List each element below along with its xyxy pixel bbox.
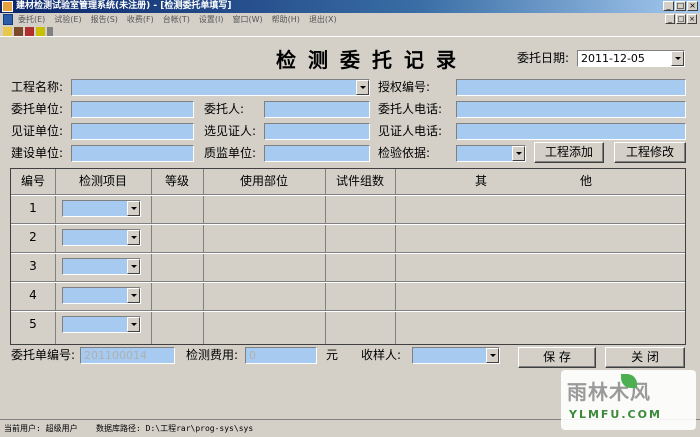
auth-no-label: 授权编号: [378,80,431,94]
exit-icon[interactable] [47,27,53,36]
witness-phone-field[interactable] [456,123,686,140]
test-item-combo[interactable] [62,287,141,304]
menu-item-test[interactable]: 试验(E) [54,13,81,26]
col-header-grade: 等级 [164,174,189,188]
chevron-down-icon[interactable] [512,146,525,161]
menu-item-fee[interactable]: 收费(F) [127,13,154,26]
chevron-down-icon[interactable] [127,230,140,245]
report-icon[interactable] [36,27,45,36]
tool-icon[interactable] [14,27,23,36]
row-number: 1 [29,201,37,215]
watermark-url: YLMFU.COM [569,408,662,421]
order-no-label: 委托单编号: [11,348,76,362]
client-person-field[interactable] [264,101,370,118]
child-close-button[interactable]: × [687,14,697,24]
toolbar [0,26,700,37]
witness-unit-field[interactable] [71,123,194,140]
col-header-item: 检测项目 [78,174,127,188]
quality-unit-field[interactable] [264,145,370,162]
basis-combo[interactable] [456,145,526,162]
col-header-position: 使用部位 [239,174,288,188]
date-value: 2011-12-05 [581,52,645,65]
menu-item-exit[interactable]: 退出(X) [309,13,337,26]
receiver-label: 收样人: [361,348,402,362]
fee-field[interactable]: 0 [245,347,317,364]
app-icon [2,1,13,12]
test-item-combo[interactable] [62,316,141,333]
client-person-label: 委托人: [204,102,245,116]
menu-item-entrust[interactable]: 委托(E) [18,13,45,26]
test-item-combo[interactable] [62,229,141,246]
date-picker[interactable]: 2011-12-05 [577,50,685,67]
close-window-button[interactable]: × [687,1,698,11]
menu-item-window[interactable]: 窗口(W) [233,13,263,26]
form-area: 检测委托记录 委托日期: 2011-12-05 工程名称: 授权编号: 委托单位… [0,38,700,419]
row-number: 3 [29,259,37,273]
client-unit-field[interactable] [71,101,194,118]
status-user: 当前用户: 超级用户 [4,424,78,433]
client-phone-field[interactable] [456,101,686,118]
minimize-button[interactable]: _ [663,1,674,11]
chevron-down-icon[interactable] [671,51,684,66]
menu-item-settings[interactable]: 设置(I) [199,13,224,26]
menu-bar: 委托(E) 试验(E) 报告(S) 收费(F) 台帐(T) 设置(I) 窗口(W… [0,13,700,26]
row-number: 2 [29,230,37,244]
row-number: 5 [29,317,37,331]
build-unit-field[interactable] [71,145,194,162]
chevron-down-icon[interactable] [356,80,369,95]
close-button[interactable]: 关 闭 [605,347,685,368]
window-title: 建材检测试验室管理系统(未注册) - [检测委托单填写] [16,1,232,11]
witness-unit-label: 见证单位: [11,124,64,138]
watermark-logo: 雨林木风 YLMFU.COM [561,370,696,430]
chevron-down-icon[interactable] [127,259,140,274]
chevron-down-icon[interactable] [486,348,499,363]
row-number: 4 [29,288,37,302]
col-header-sets: 试件组数 [335,174,384,188]
menu-item-report[interactable]: 报告(S) [91,13,118,26]
edit-project-button[interactable]: 工程修改 [614,142,686,163]
watermark-name: 雨林木风 [567,380,651,404]
folder-icon[interactable] [3,27,12,36]
client-unit-label: 委托单位: [11,102,64,116]
child-minimize-button[interactable]: _ [665,14,675,24]
title-bar: 建材检测试验室管理系统(未注册) - [检测委托单填写] _ □ × [0,0,700,13]
document-icon [3,14,13,25]
test-item-combo[interactable] [62,200,141,217]
chevron-down-icon[interactable] [127,201,140,216]
status-db-path: 数据库路径: D:\工程rar\prog-sys\sys [96,424,254,433]
col-header-other-1: 其 [474,174,487,188]
fee-label: 检测费用: [186,348,239,362]
add-project-button[interactable]: 工程添加 [534,142,604,163]
date-label: 委托日期: [517,51,570,65]
auth-no-field[interactable] [456,79,686,96]
witness-person-label: 选见证人: [204,124,257,138]
menu-item-ledger[interactable]: 台帐(T) [163,13,190,26]
chevron-down-icon[interactable] [127,288,140,303]
items-grid: 编号 检测项目 等级 使用部位 试件组数 其 他 1 2 3 4 5 [10,168,686,345]
money-icon[interactable] [25,27,34,36]
child-restore-button[interactable]: □ [676,14,686,24]
col-header-other-2: 他 [579,174,592,188]
witness-person-field[interactable] [264,123,370,140]
chevron-down-icon[interactable] [127,317,140,332]
menu-item-help[interactable]: 帮助(H) [272,13,300,26]
quality-unit-label: 质监单位: [204,146,257,160]
save-button[interactable]: 保 存 [518,347,596,368]
basis-label: 检验依据: [378,146,431,160]
client-phone-label: 委托人电话: [378,102,443,116]
project-name-combo[interactable] [71,79,370,96]
witness-phone-label: 见证人电话: [378,124,443,138]
order-no-field[interactable]: 201100014 [80,347,175,364]
receiver-combo[interactable] [412,347,500,364]
maximize-button[interactable]: □ [675,1,686,11]
project-name-label: 工程名称: [11,80,64,94]
fee-unit: 元 [326,348,339,362]
col-header-no: 编号 [20,174,45,188]
test-item-combo[interactable] [62,258,141,275]
build-unit-label: 建设单位: [11,146,64,160]
form-title: 检测委托记录 [276,48,468,72]
